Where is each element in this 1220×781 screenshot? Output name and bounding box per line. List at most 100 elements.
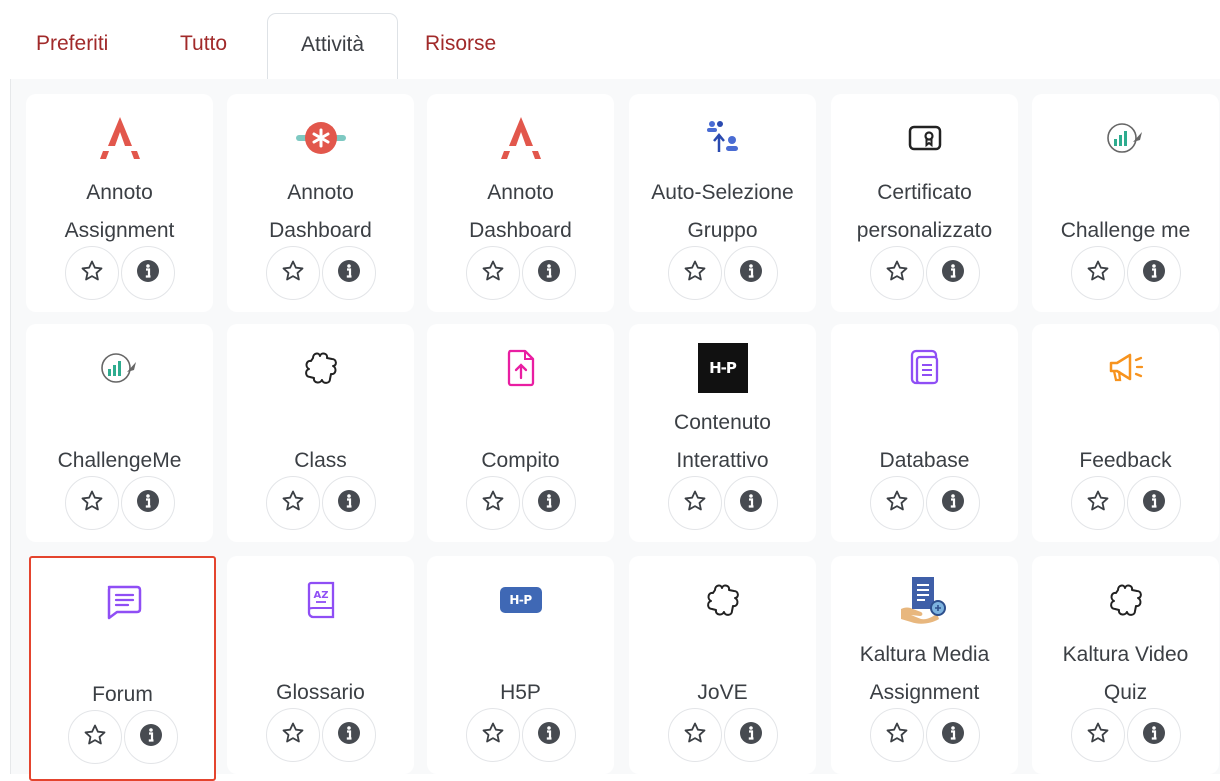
activity-name: Annoto Assignment bbox=[28, 170, 211, 250]
activity-actions bbox=[1032, 708, 1219, 764]
activity-card[interactable]: Forum bbox=[29, 556, 216, 781]
info-button[interactable] bbox=[321, 708, 376, 762]
star-icon bbox=[1086, 489, 1110, 518]
info-button[interactable] bbox=[120, 476, 175, 530]
activity-card[interactable]: H-P Contenuto Interattivo bbox=[629, 324, 816, 542]
tab-risorse[interactable]: Risorse bbox=[425, 32, 496, 56]
activity-name-line: Certificato bbox=[877, 181, 972, 204]
activity-name-line: JoVE bbox=[697, 681, 748, 704]
info-button[interactable] bbox=[723, 708, 778, 762]
activity-card[interactable]: Database bbox=[831, 324, 1018, 542]
tab-preferiti[interactable]: Preferiti bbox=[36, 32, 108, 56]
activity-name: Glossario bbox=[229, 632, 412, 712]
favourite-star-button[interactable] bbox=[465, 476, 520, 530]
activity-name-line: Annoto bbox=[86, 181, 153, 204]
star-icon bbox=[683, 259, 707, 288]
tab-tutto[interactable]: Tutto bbox=[180, 32, 227, 56]
favourite-star-button[interactable] bbox=[667, 246, 722, 300]
favourite-star-button[interactable] bbox=[1070, 246, 1125, 300]
favourite-star-button[interactable] bbox=[64, 246, 119, 300]
activity-card[interactable]: Certificato personalizzato bbox=[831, 94, 1018, 312]
activity-actions bbox=[629, 246, 816, 302]
info-button[interactable] bbox=[1126, 246, 1181, 300]
activity-name-line: Assignment bbox=[64, 219, 175, 242]
favourite-star-button[interactable] bbox=[869, 708, 924, 762]
activity-name: Annoto Dashboard bbox=[229, 170, 412, 250]
info-button[interactable] bbox=[925, 476, 980, 530]
activity-card[interactable]: Class bbox=[227, 324, 414, 542]
activity-name: Database bbox=[833, 400, 1016, 480]
info-icon bbox=[537, 489, 561, 518]
favourite-star-button[interactable] bbox=[667, 708, 722, 762]
info-button[interactable] bbox=[120, 246, 175, 300]
activity-name-line: Interattivo bbox=[676, 449, 769, 472]
activity-name-line: Quiz bbox=[1103, 681, 1148, 704]
activity-card[interactable]: Compito bbox=[427, 324, 614, 542]
activity-card[interactable]: Kaltura Video Quiz bbox=[1032, 556, 1219, 774]
favourite-star-button[interactable] bbox=[869, 246, 924, 300]
activity-name-line: Database bbox=[879, 449, 970, 472]
favourite-star-button[interactable] bbox=[265, 708, 320, 762]
activity-name: ChallengeMe bbox=[28, 400, 211, 480]
favourite-star-button[interactable] bbox=[265, 476, 320, 530]
activity-name-line: H5P bbox=[500, 681, 541, 704]
favourite-star-button[interactable] bbox=[265, 246, 320, 300]
info-button[interactable] bbox=[521, 708, 576, 762]
activity-actions bbox=[26, 246, 213, 302]
tab-attivita[interactable]: Attività bbox=[267, 13, 398, 80]
info-button[interactable] bbox=[723, 246, 778, 300]
info-icon bbox=[739, 259, 763, 288]
activity-card[interactable]: AZ Glossario bbox=[227, 556, 414, 774]
star-icon bbox=[281, 721, 305, 750]
info-button[interactable] bbox=[321, 246, 376, 300]
annoto-logo-icon bbox=[427, 112, 614, 164]
favourite-star-button[interactable] bbox=[667, 476, 722, 530]
star-icon bbox=[885, 259, 909, 288]
info-button[interactable] bbox=[521, 476, 576, 530]
activity-actions bbox=[227, 708, 414, 764]
activity-name-line: Auto-Selezione bbox=[651, 181, 794, 204]
info-icon bbox=[739, 489, 763, 518]
info-button[interactable] bbox=[723, 476, 778, 530]
activity-actions bbox=[427, 476, 614, 532]
favourite-star-button[interactable] bbox=[465, 708, 520, 762]
activity-name: Annoto Dashboard bbox=[429, 170, 612, 250]
info-button[interactable] bbox=[521, 246, 576, 300]
puzzle-icon bbox=[227, 342, 414, 394]
star-icon bbox=[1086, 259, 1110, 288]
activity-card[interactable]: Challenge me bbox=[1032, 94, 1219, 312]
info-button[interactable] bbox=[1126, 476, 1181, 530]
info-button[interactable] bbox=[321, 476, 376, 530]
activity-name-line: Compito bbox=[481, 449, 560, 472]
activity-card[interactable]: Kaltura Media Assignment bbox=[831, 556, 1018, 774]
activity-name-line: Forum bbox=[92, 683, 153, 706]
activity-card[interactable]: Annoto Dashboard bbox=[427, 94, 614, 312]
activity-card[interactable]: H-P H5P bbox=[427, 556, 614, 774]
info-button[interactable] bbox=[123, 710, 178, 764]
activity-card[interactable]: JoVE bbox=[629, 556, 816, 774]
activity-card[interactable]: Auto-Selezione Gruppo bbox=[629, 94, 816, 312]
annoto-dashboard-icon bbox=[227, 112, 414, 164]
info-icon bbox=[941, 721, 965, 750]
favourite-star-button[interactable] bbox=[64, 476, 119, 530]
info-button[interactable] bbox=[925, 246, 980, 300]
favourite-star-button[interactable] bbox=[465, 246, 520, 300]
info-button[interactable] bbox=[925, 708, 980, 762]
annoto-logo-icon bbox=[26, 112, 213, 164]
activity-card[interactable]: Annoto Dashboard bbox=[227, 94, 414, 312]
favourite-star-button[interactable] bbox=[869, 476, 924, 530]
favourite-star-button[interactable] bbox=[1070, 476, 1125, 530]
activity-card[interactable]: ChallengeMe bbox=[26, 324, 213, 542]
favourite-star-button[interactable] bbox=[67, 710, 122, 764]
activity-card[interactable]: Annoto Assignment bbox=[26, 94, 213, 312]
activity-card[interactable]: Feedback bbox=[1032, 324, 1219, 542]
info-icon bbox=[1142, 489, 1166, 518]
activity-name-line: ChallengeMe bbox=[57, 449, 182, 472]
info-button[interactable] bbox=[1126, 708, 1181, 762]
h5p-icon: H-P bbox=[629, 342, 816, 394]
activity-actions bbox=[831, 476, 1018, 532]
activity-name-line: Assignment bbox=[869, 681, 980, 704]
star-icon bbox=[481, 489, 505, 518]
favourite-star-button[interactable] bbox=[1070, 708, 1125, 762]
database-icon bbox=[831, 342, 1018, 394]
